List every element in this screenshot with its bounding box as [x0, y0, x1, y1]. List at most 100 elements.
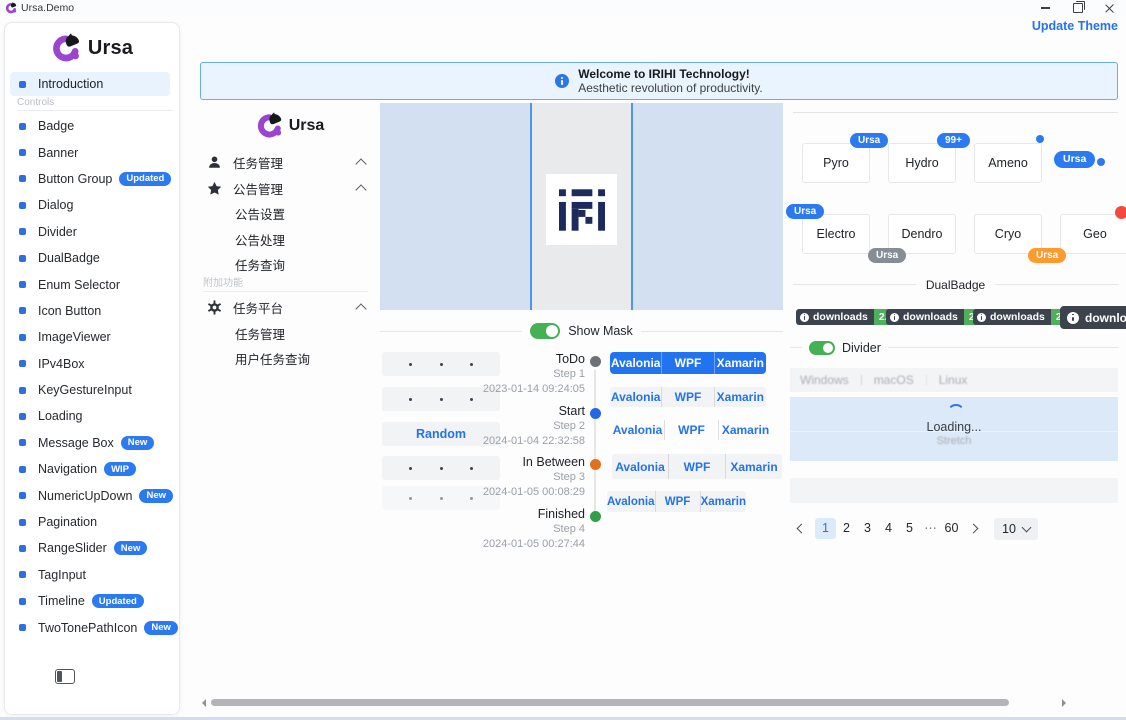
scroll-right-arrow[interactable]: [1062, 699, 1066, 707]
group-button[interactable]: WPF: [661, 352, 713, 374]
page-button[interactable]: 2: [836, 518, 857, 539]
sidebar-item[interactable]: Timeline Updated: [5, 588, 179, 614]
sidebar-item[interactable]: Dialog: [5, 192, 179, 218]
page-button[interactable]: 4: [878, 518, 899, 539]
sidebar-item[interactable]: ImageViewer: [5, 324, 179, 350]
bullet-icon: [19, 571, 26, 578]
loading-mask: Loading... Stretch: [790, 397, 1118, 461]
bullet-icon: [19, 202, 26, 209]
image-viewer[interactable]: [380, 103, 783, 310]
menu-item[interactable]: 任务管理: [235, 321, 285, 345]
page-size-select[interactable]: 10: [994, 518, 1038, 540]
button-group-compact: Avalonia WPF Xamarin: [607, 491, 746, 512]
group-button[interactable]: WPF: [655, 491, 700, 512]
sidebar-item-label: Enum Selector: [38, 278, 120, 292]
page-button-current[interactable]: 1: [815, 518, 836, 539]
group-button[interactable]: Xamarin: [714, 387, 766, 407]
group-button[interactable]: Avalonia: [607, 491, 655, 512]
group-button[interactable]: Xamarin: [714, 352, 766, 374]
scroll-left-arrow[interactable]: [202, 699, 206, 707]
menu-group-task-platform[interactable]: 任务平台: [200, 295, 380, 319]
timeline-line: [594, 370, 596, 516]
timeline-dot-inbetween: [590, 459, 601, 470]
sidebar-item[interactable]: Loading: [5, 403, 179, 429]
sidebar-item[interactable]: Button Group Updated: [5, 166, 179, 192]
sidebar-section-label: Controls: [17, 97, 54, 108]
page-prev-button[interactable]: [793, 518, 809, 539]
sidebar-item[interactable]: Banner: [5, 139, 179, 165]
sidebar-item-label: TagInput: [38, 568, 86, 582]
group-button[interactable]: Avalonia: [611, 420, 664, 440]
welcome-banner: Welcome to IRIHI Technology! Aesthetic r…: [200, 62, 1118, 100]
status-badge: New: [121, 436, 155, 450]
sidebar-item-label: Pagination: [38, 515, 97, 529]
group-button[interactable]: Avalonia: [612, 454, 668, 479]
sidebar-item[interactable]: TwoTonePathIcon New: [5, 614, 179, 640]
sidebar-item-label: IPv4Box: [38, 357, 85, 371]
button-group-borderless: Avalonia WPF Xamarin: [611, 420, 772, 440]
update-theme-button[interactable]: Update Theme: [1032, 19, 1118, 33]
page-button[interactable]: 60: [941, 518, 962, 539]
sidebar-logo-text: Ursa: [88, 37, 133, 60]
page-button[interactable]: 5: [899, 518, 920, 539]
menu-group-announcement[interactable]: 公告管理: [200, 176, 380, 200]
banner-title: Welcome to IRIHI Technology!: [578, 67, 763, 81]
sidebar-item[interactable]: IPv4Box: [5, 351, 179, 377]
sidebar-item-label: RangeSlider: [38, 541, 107, 555]
group-button[interactable]: Xamarin: [725, 454, 782, 479]
bullet-icon: [19, 334, 26, 341]
sidebar-item-label: Button Group: [38, 172, 112, 186]
menu-item[interactable]: 公告设置: [235, 201, 285, 225]
group-button[interactable]: Avalonia: [610, 352, 661, 374]
sidebar-item[interactable]: Message Box New: [5, 430, 179, 456]
sidebar-item[interactable]: RangeSlider New: [5, 535, 179, 561]
sidebar-item-label: Loading: [38, 409, 83, 423]
minimize-button[interactable]: [1030, 0, 1060, 16]
sidebar-item[interactable]: Badge: [5, 113, 179, 139]
maximize-button[interactable]: [1063, 0, 1093, 16]
divider-toggle[interactable]: [809, 341, 835, 355]
sidebar-item[interactable]: KeyGestureInput: [5, 377, 179, 403]
sidebar-item[interactable]: TagInput: [5, 562, 179, 588]
ursa-badge: Ursa: [850, 133, 888, 148]
group-button[interactable]: Xamarin: [718, 420, 772, 440]
sidebar-item[interactable]: NumericUpDown New: [5, 482, 179, 508]
loading-behind-text: Stretch: [790, 435, 1118, 447]
sidebar-item-introduction[interactable]: Introduction: [10, 72, 170, 96]
section-divider: [17, 110, 173, 111]
group-button[interactable]: Xamarin: [700, 491, 746, 512]
sidebar-collapse-button[interactable]: [55, 669, 75, 684]
menu-group-task-management[interactable]: 任务管理: [200, 150, 380, 174]
menu-item[interactable]: 用户任务查询: [235, 346, 310, 370]
bullet-icon: [19, 624, 26, 631]
page-next-button[interactable]: [965, 518, 981, 539]
sidebar-item[interactable]: DualBadge: [5, 245, 179, 271]
chevron-up-icon: [355, 303, 366, 314]
page-button[interactable]: 3: [857, 518, 878, 539]
dot-badge-red: [1115, 206, 1126, 219]
sidebar-item[interactable]: Icon Button: [5, 298, 179, 324]
sidebar-item-label: Navigation: [38, 462, 97, 476]
group-button[interactable]: Avalonia: [610, 387, 661, 407]
gear-icon: [207, 300, 222, 315]
collapse-icon: [57, 671, 62, 681]
page-ellipsis[interactable]: ⋯: [920, 518, 941, 539]
sidebar-item[interactable]: Enum Selector: [5, 271, 179, 297]
menu-item[interactable]: 公告处理: [235, 227, 285, 251]
group-button[interactable]: WPF: [668, 454, 725, 479]
sidebar-item[interactable]: Divider: [5, 219, 179, 245]
sidebar-item-label: Message Box: [38, 436, 114, 450]
sidebar-item[interactable]: Pagination: [5, 509, 179, 535]
sidebar-item[interactable]: Navigation WIP: [5, 456, 179, 482]
show-mask-toggle[interactable]: [530, 323, 560, 339]
close-button[interactable]: [1094, 0, 1124, 16]
timeline-entry: Finished Step 4 2024-01-05 00:27:44: [440, 507, 585, 552]
chevron-down-icon: [1022, 522, 1032, 532]
menu-section-divider: [203, 291, 368, 292]
button-group-solid: Avalonia WPF Xamarin: [610, 352, 766, 374]
menu-item[interactable]: 任务查询: [235, 252, 285, 276]
group-button[interactable]: WPF: [664, 420, 718, 440]
titlebar: Ursa.Demo: [0, 0, 1126, 16]
horizontal-scrollbar-thumb[interactable]: [211, 699, 1009, 706]
group-button[interactable]: WPF: [661, 387, 713, 407]
